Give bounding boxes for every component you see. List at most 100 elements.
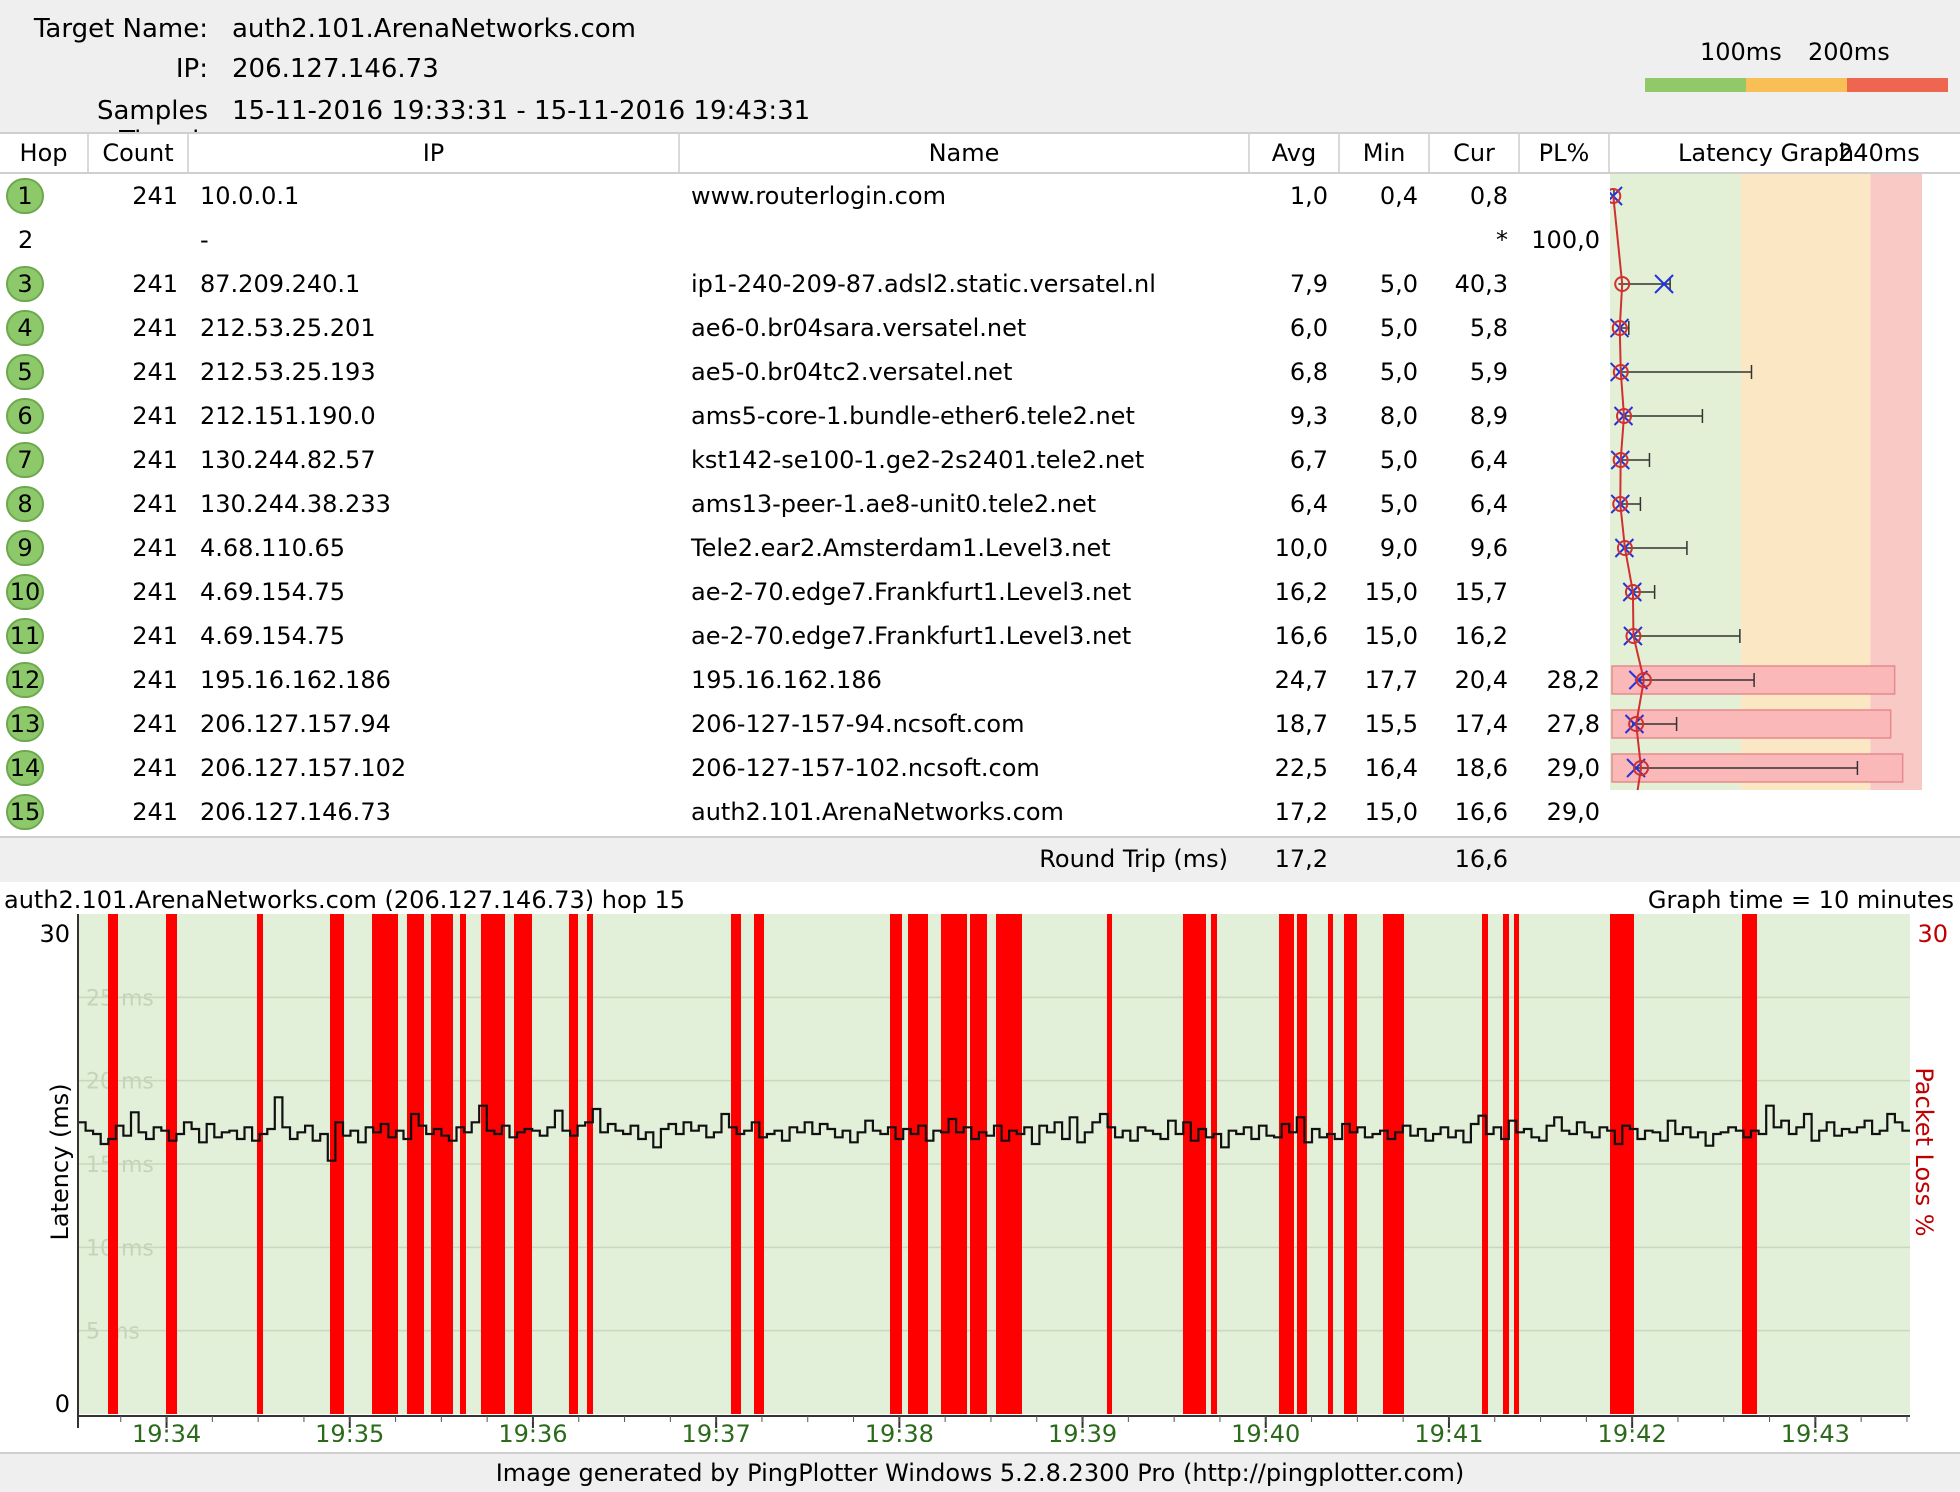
trace-table: Hop Count IP Name Avg Min Cur PL% Latenc… xyxy=(0,132,1960,838)
hop-number-badge: 13 xyxy=(6,706,44,742)
ip-label: IP: xyxy=(175,54,208,84)
cell-min: 15,0 xyxy=(1364,798,1418,826)
cell-name: www.routerlogin.com xyxy=(691,182,946,210)
cell-min: 5,0 xyxy=(1379,446,1418,474)
hop-row[interactable]: 9 241 4.68.110.65 Tele2.ear2.Amsterdam1.Lev… xyxy=(0,526,1610,570)
target-name-value[interactable]: auth2.101.ArenaNetworks.com xyxy=(232,14,636,44)
cell-pl xyxy=(1520,174,1600,218)
column-header-name[interactable]: Name xyxy=(680,134,1250,172)
cell-pl xyxy=(1520,394,1600,438)
cell-min: 5,0 xyxy=(1379,358,1418,386)
cell-cur: 16,2 xyxy=(1454,622,1508,650)
cell-cur: 5,9 xyxy=(1469,358,1508,386)
cell-cur: 18,6 xyxy=(1454,754,1508,782)
packet-loss-bar xyxy=(569,914,578,1414)
hop-row[interactable]: 12 241 195.16.162.186 195.16.162.186 24,7 17,… xyxy=(0,658,1610,702)
packet-loss-bar xyxy=(941,914,967,1414)
cell-avg: 10,0 xyxy=(1274,534,1328,562)
packet-loss-bar xyxy=(1514,914,1519,1414)
cell-pl xyxy=(1520,306,1600,350)
packet-loss-bar xyxy=(1297,914,1307,1414)
cell-min: 0,4 xyxy=(1379,182,1418,210)
cell-avg: 18,7 xyxy=(1274,710,1328,738)
column-header-count[interactable]: Count xyxy=(89,134,189,172)
hop-number-badge: 11 xyxy=(6,618,44,654)
column-header-avg[interactable]: Avg xyxy=(1250,134,1340,172)
cell-name: 206-127-157-102.ncsoft.com xyxy=(691,754,1040,782)
column-header-ip[interactable]: IP xyxy=(189,134,680,172)
cell-min: 15,0 xyxy=(1364,622,1418,650)
hop-row[interactable]: 1 241 10.0.0.1 www.routerlogin.com 1,0 0,4 0,8 xyxy=(0,174,1610,218)
cell-min: 17,7 xyxy=(1364,666,1418,694)
hop-row[interactable]: 3 241 87.209.240.1 ip1-240-209-87.adsl2.sta… xyxy=(0,262,1610,306)
cell-pl: 29,0 xyxy=(1546,754,1600,782)
packet-loss-bar xyxy=(1503,914,1509,1414)
hop-row[interactable]: 5 241 212.53.25.193 ae5-0.br04tc2.versatel.… xyxy=(0,350,1610,394)
x-tick-label: 19:42 xyxy=(1598,1420,1667,1442)
packet-loss-bar xyxy=(890,914,902,1414)
latency-zone-orange xyxy=(1741,174,1871,790)
cell-ip: 4.68.110.65 xyxy=(200,534,346,562)
hop-row[interactable]: 11 241 4.69.154.75 ae-2-70.edge7.Frankfurt1… xyxy=(0,614,1610,658)
packet-loss-bar xyxy=(1211,914,1217,1414)
hop-row[interactable]: 4 241 212.53.25.201 ae6-0.br04sara.versatel… xyxy=(0,306,1610,350)
column-header-latency-graph[interactable]: Latency Graph 240ms xyxy=(1610,134,1960,172)
hop-row[interactable]: 7 241 130.244.82.57 kst142-se100-1.ge2-2s24… xyxy=(0,438,1610,482)
column-header-min[interactable]: Min xyxy=(1340,134,1430,172)
cell-min: 9,0 xyxy=(1379,534,1418,562)
cell-pl xyxy=(1520,614,1600,658)
cell-min: 5,0 xyxy=(1379,490,1418,518)
hop-row[interactable]: 15 241 206.127.146.73 auth2.101.ArenaNetwor… xyxy=(0,790,1610,834)
cell-name: ip1-240-209-87.adsl2.static.versatel.nl xyxy=(691,270,1156,298)
packet-loss-bar xyxy=(166,914,177,1414)
hop-row[interactable]: 6 241 212.151.190.0 ams5-core-1.bundle-ethe… xyxy=(0,394,1610,438)
cell-name: ams5-core-1.bundle-ether6.tele2.net xyxy=(691,402,1135,430)
column-header-pl[interactable]: PL% xyxy=(1520,134,1610,172)
packet-loss-bar xyxy=(372,914,398,1414)
cell-cur: 8,9 xyxy=(1469,402,1508,430)
column-header-cur[interactable]: Cur xyxy=(1430,134,1520,172)
samples-timed-value: 15-11-2016 19:33:31 - 15-11-2016 19:43:3… xyxy=(232,96,811,126)
packet-loss-bar xyxy=(908,914,928,1414)
column-header-hop[interactable]: Hop xyxy=(0,134,89,172)
hop-row[interactable]: 10 241 4.69.154.75 ae-2-70.edge7.Frankfurt1… xyxy=(0,570,1610,614)
scale-label-100ms: 100ms xyxy=(1700,38,1782,66)
latency-zone-red xyxy=(1870,174,1922,790)
cell-avg: 6,7 xyxy=(1289,446,1328,474)
packet-loss-bar xyxy=(996,914,1022,1414)
x-tick-label: 19:36 xyxy=(498,1420,567,1442)
cell-avg: 6,0 xyxy=(1289,314,1328,342)
hop-row[interactable]: 8 241 130.244.38.233 ams13-peer-1.ae8-unit0… xyxy=(0,482,1610,526)
hop-row[interactable]: 13 241 206.127.157.94 206-127-157-94.ncsoft… xyxy=(0,702,1610,746)
cell-ip: 212.151.190.0 xyxy=(200,402,376,430)
packet-loss-bar xyxy=(1107,914,1112,1414)
graph-time-label[interactable]: Graph time = 10 minutes xyxy=(1648,886,1954,914)
packet-loss-bar xyxy=(460,914,466,1414)
target-name-label: Target Name: xyxy=(33,14,208,44)
packet-loss-bar xyxy=(970,914,987,1414)
hop-number-badge: 3 xyxy=(6,266,44,302)
packet-loss-bar xyxy=(1383,914,1404,1414)
cell-min xyxy=(1340,218,1418,262)
x-tick-label: 19:37 xyxy=(682,1420,751,1442)
cell-cur: 5,8 xyxy=(1469,314,1508,342)
y-axis-min-label: 0 xyxy=(55,1390,70,1418)
round-trip-avg: 17,2 xyxy=(1274,845,1328,873)
cell-count: 241 xyxy=(132,314,178,342)
packet-loss-bar xyxy=(754,914,764,1414)
cell-count: 241 xyxy=(132,402,178,430)
cell-avg: 6,4 xyxy=(1289,490,1328,518)
cell-pl: 100,0 xyxy=(1531,226,1600,254)
y-axis-label: Latency (ms) xyxy=(46,1083,74,1240)
cell-ip: 130.244.38.233 xyxy=(200,490,391,518)
hop-row[interactable]: 14 241 206.127.157.102 206-127-157-102.ncso… xyxy=(0,746,1610,790)
cell-count xyxy=(100,218,178,262)
time-graph[interactable]: 25 ms20 ms15 ms10 ms5 ms30030Latency (ms… xyxy=(0,912,1960,1442)
packet-loss-bar xyxy=(731,914,741,1414)
hop-number-badge: 7 xyxy=(6,442,44,478)
scale-bar-orange xyxy=(1746,78,1847,92)
cell-count: 241 xyxy=(132,798,178,826)
hop-row[interactable]: 2 - * 100,0 xyxy=(0,218,1610,262)
cell-pl xyxy=(1520,570,1600,614)
scale-bar-green xyxy=(1645,78,1746,92)
